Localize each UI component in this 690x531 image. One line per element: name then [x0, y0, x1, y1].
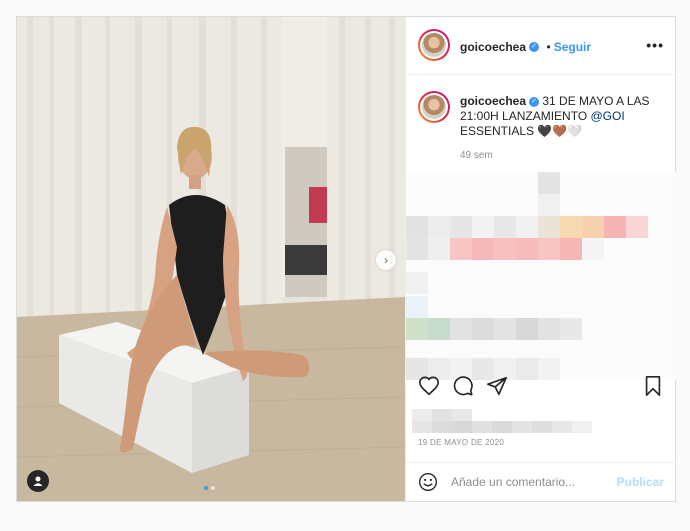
- emoji-icon[interactable]: [418, 472, 438, 492]
- redacted-likes: [412, 409, 592, 433]
- post-date[interactable]: 19 DE MAYO DE 2020: [418, 438, 504, 447]
- chevron-right-icon: ›: [384, 253, 388, 267]
- post-header: goicoechea ✓ • Seguir •••: [406, 17, 676, 75]
- separator-dot: •: [546, 40, 551, 54]
- redacted-comments: [406, 172, 676, 380]
- header-user-row: goicoechea ✓ • Seguir: [460, 38, 591, 56]
- comment-icon[interactable]: [452, 375, 474, 397]
- verified-icon: ✓: [529, 96, 540, 107]
- user-tag-icon: [33, 476, 43, 486]
- publish-button[interactable]: Publicar: [617, 475, 664, 489]
- more-icon[interactable]: •••: [646, 37, 664, 53]
- carousel-indicator: [204, 486, 215, 490]
- caption-mention[interactable]: @GOI: [591, 109, 625, 123]
- comment-bar: Añade un comentario... Publicar: [406, 462, 676, 501]
- heart-icon[interactable]: [418, 375, 440, 397]
- carousel-dot: [211, 486, 215, 490]
- post-caption: goicoechea ✓ 31 DE MAYO A LAS 21:00H LANZ…: [460, 94, 660, 139]
- comment-input[interactable]: Añade un comentario...: [451, 475, 575, 489]
- share-icon[interactable]: [486, 375, 508, 397]
- caption-time: 49 sem: [460, 150, 493, 161]
- post-actions: [406, 375, 676, 405]
- photo-scene: [17, 17, 405, 501]
- follow-button[interactable]: Seguir: [554, 40, 591, 54]
- bookmark-icon[interactable]: [642, 375, 664, 397]
- avatar[interactable]: [418, 29, 450, 61]
- caption-username[interactable]: goicoechea: [460, 94, 526, 108]
- verified-icon: ✓: [529, 41, 540, 52]
- post-sidebar: goicoechea ✓ • Seguir ••• goicoechea ✓ 31 D…: [405, 17, 676, 501]
- user-tag-button[interactable]: [27, 470, 49, 492]
- carousel-next-button[interactable]: ›: [376, 250, 396, 270]
- username-link[interactable]: goicoechea: [460, 40, 526, 54]
- caption-text-2: ESSENTIALS 🖤🤎🤍: [460, 124, 583, 138]
- post-photo[interactable]: ›: [17, 17, 405, 501]
- carousel-dot-active: [204, 486, 208, 490]
- instagram-post: › goicoechea ✓ • Seguir ••• goicoechea ✓…: [16, 16, 676, 502]
- caption-avatar[interactable]: [418, 91, 450, 123]
